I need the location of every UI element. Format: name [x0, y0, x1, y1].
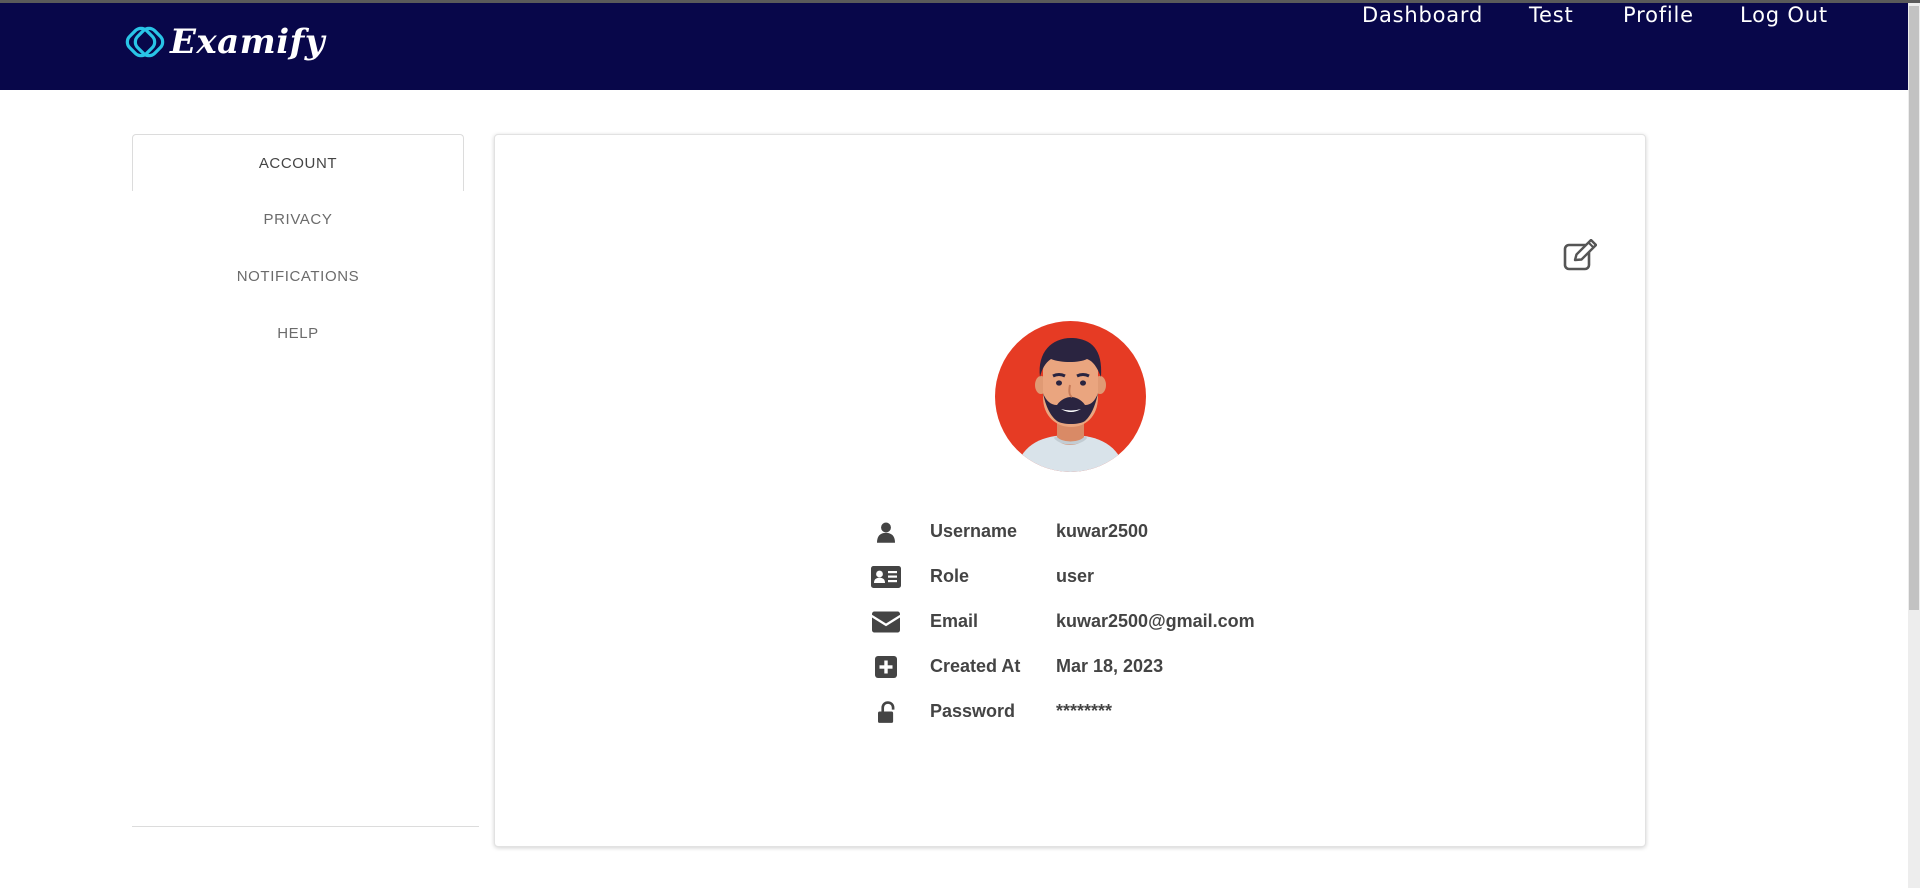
nav-dashboard[interactable]: Dashboard: [1362, 3, 1483, 27]
edit-icon: [1563, 238, 1598, 271]
page-scrollbar[interactable]: [1908, 3, 1920, 888]
envelope-icon: [871, 609, 901, 635]
nav-profile[interactable]: Profile: [1623, 3, 1694, 27]
nav-logout[interactable]: Log Out: [1740, 3, 1828, 27]
sidebar-item-privacy[interactable]: PRIVACY: [132, 191, 464, 248]
profile-card: Username kuwar2500 Role user Email kuwar: [494, 134, 1646, 847]
user-avatar-illustration: [995, 321, 1146, 472]
scrollbar-thumb[interactable]: [1909, 6, 1919, 610]
field-label: Username: [930, 521, 1018, 541]
field-value: ********: [1056, 701, 1113, 721]
avatar: [995, 321, 1146, 472]
brand-name: Examify: [170, 22, 325, 62]
top-navbar: Examify Dashboard Test Profile Log Out: [0, 3, 1908, 90]
settings-sidebar: ACCOUNT PRIVACY NOTIFICATIONS HELP: [132, 134, 480, 828]
field-label: Created At: [930, 656, 1021, 676]
field-label: Role: [930, 566, 970, 586]
id-card-icon: [871, 564, 901, 590]
sidebar-item-label: PRIVACY: [263, 211, 333, 228]
field-value: Mar 18, 2023: [1056, 656, 1164, 676]
nav-test[interactable]: Test: [1529, 3, 1574, 27]
brand-logo[interactable]: Examify: [124, 22, 325, 62]
user-icon: [871, 519, 901, 545]
field-value: kuwar2500@gmail.com: [1056, 611, 1255, 631]
field-label: Email: [930, 611, 979, 631]
field-value: user: [1056, 566, 1095, 586]
sidebar-item-label: HELP: [277, 325, 319, 342]
plus-square-icon: [871, 654, 901, 680]
sidebar-item-label: NOTIFICATIONS: [236, 268, 360, 285]
unlock-icon: [871, 699, 901, 725]
field-value: kuwar2500: [1056, 521, 1149, 541]
sidebar-item-account[interactable]: ACCOUNT: [132, 134, 464, 191]
sidebar-divider: [132, 826, 479, 827]
examify-logo-icon: [125, 26, 165, 58]
edit-profile-button[interactable]: [1563, 238, 1598, 271]
sidebar-item-label: ACCOUNT: [258, 154, 338, 172]
sidebar-item-help[interactable]: HELP: [132, 305, 464, 362]
field-label: Password: [930, 701, 1016, 721]
sidebar-item-notifications[interactable]: NOTIFICATIONS: [132, 248, 464, 305]
